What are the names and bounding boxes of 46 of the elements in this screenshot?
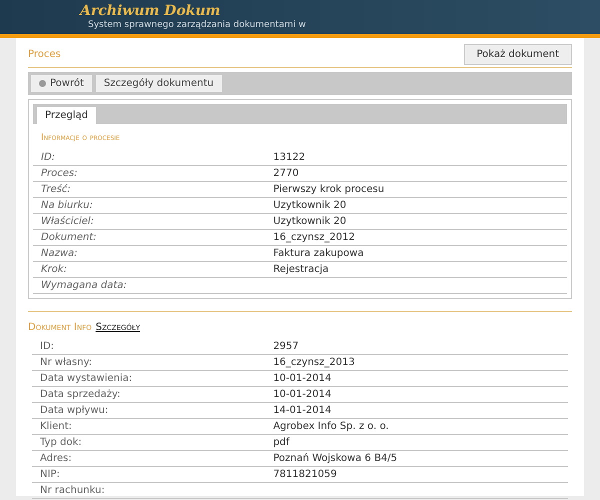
- show-document-button[interactable]: Pokaż dokument: [464, 44, 572, 65]
- field-value: pdf: [273, 436, 290, 450]
- field-value: 10-01-2014: [273, 372, 332, 386]
- field-label: Treść:: [40, 182, 72, 196]
- field-label: Nr własny:: [39, 356, 94, 370]
- section-heading: Dokument Info: [28, 320, 92, 334]
- field-label: NIP:: [39, 468, 61, 482]
- field-label: Nazwa:: [40, 246, 79, 260]
- field-value: 16_czynsz_2012: [273, 230, 355, 244]
- field-value: 16_czynsz_2013: [273, 356, 355, 370]
- field-label: Data sprzedaży:: [39, 388, 122, 402]
- details-button[interactable]: Szczegóły dokumentu: [96, 75, 222, 92]
- tab[interactable]: Przegląd: [37, 107, 96, 124]
- field-value: Uzytkownik 20: [273, 198, 346, 212]
- field-label: Właściciel:: [40, 214, 95, 228]
- field-label: Adres:: [39, 452, 73, 466]
- field-label: Na biurku:: [40, 198, 94, 212]
- field-label: Proces:: [40, 166, 78, 180]
- section-title: Proces: [28, 48, 61, 62]
- field-value: 13122: [273, 150, 306, 164]
- field-value: 2770: [273, 166, 299, 180]
- field-value: Faktura zakupowa: [273, 246, 364, 260]
- field-label: Nr rachunku:: [39, 484, 106, 498]
- details-link[interactable]: Szczegóły: [96, 320, 140, 334]
- field-value: 2957: [273, 340, 299, 354]
- field-label: Data wystawienia:: [39, 372, 134, 386]
- field-value: Pierwszy krok procesu: [273, 182, 384, 196]
- field-value: Uzytkownik 20: [273, 214, 346, 228]
- section-heading: Informacje o procesie: [40, 132, 121, 145]
- field-label: Typ dok:: [39, 436, 83, 450]
- field-value: 10-01-2014: [273, 388, 332, 402]
- field-label: ID:: [39, 340, 56, 354]
- field-label: Klient:: [39, 420, 73, 434]
- back-button[interactable]: Powrót: [31, 75, 92, 92]
- field-label: Data wpływu:: [39, 404, 110, 418]
- app-title: Archiwum Dokum: [80, 3, 222, 19]
- field-label: Dokument:: [40, 230, 98, 244]
- field-value: Agrobex Info Sp. z o. o.: [273, 420, 389, 434]
- field-label: Krok:: [40, 262, 68, 276]
- field-value: Poznań Wojskowa 6 B4/5: [273, 452, 398, 466]
- field-value: 14-01-2014: [273, 404, 332, 418]
- field-value: 7811821059: [273, 468, 337, 482]
- field-label: Wymagana data:: [40, 278, 128, 292]
- field-value: Rejestracja: [273, 262, 329, 276]
- app-subtitle: System sprawnego zarządzania dokumentami w: [87, 19, 307, 32]
- field-label: ID:: [40, 150, 56, 164]
